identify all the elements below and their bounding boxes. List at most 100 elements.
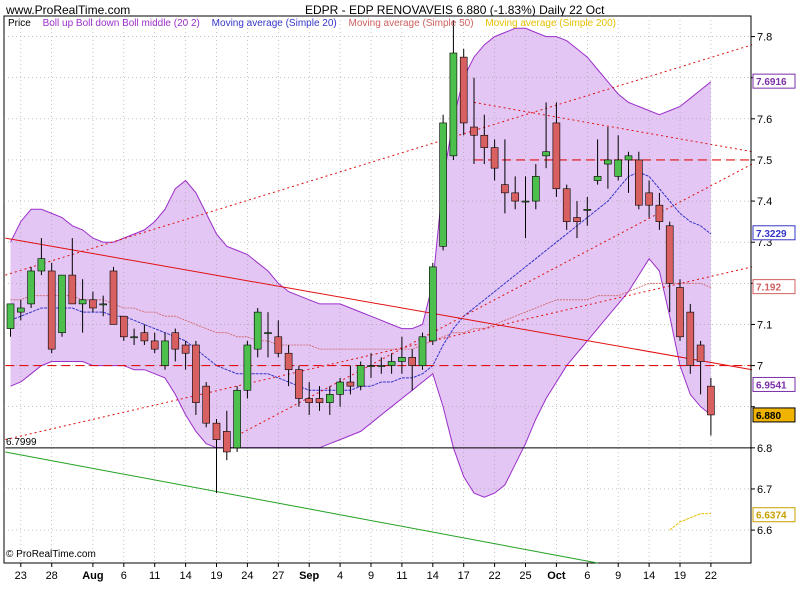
y-tick-label: 7.5 bbox=[757, 155, 772, 167]
x-tick-label: 19 bbox=[210, 570, 222, 582]
candle-body bbox=[68, 274, 77, 305]
candle-body bbox=[501, 184, 509, 194]
x-tick-label: 14 bbox=[643, 570, 655, 582]
candle-body bbox=[99, 303, 107, 306]
candle-body bbox=[150, 340, 159, 350]
candle-body bbox=[233, 389, 241, 449]
candle-body bbox=[171, 332, 180, 350]
candle-body bbox=[140, 332, 149, 342]
legend-ma20: Moving average (Simple 20) bbox=[211, 18, 337, 29]
x-tick-label: 23 bbox=[15, 570, 27, 582]
candle-body bbox=[161, 340, 169, 366]
x-tick-label: 11 bbox=[396, 570, 407, 582]
x-tick-label: 28 bbox=[46, 570, 58, 582]
legend-bollinger: Boll up Boll down Boll middle (20 2) bbox=[42, 18, 200, 29]
candle-body bbox=[89, 299, 97, 309]
candle-body bbox=[295, 369, 303, 399]
candle-body bbox=[604, 159, 612, 165]
price-label-text: 6.9541 bbox=[756, 380, 787, 391]
candle-body bbox=[346, 381, 355, 387]
candle-body bbox=[202, 385, 210, 424]
candle-body bbox=[470, 126, 478, 136]
candle-body bbox=[542, 151, 550, 157]
y-tick-label: 6.8 bbox=[757, 443, 772, 455]
x-tick-label: 6 bbox=[121, 570, 127, 582]
x-tick-label: Oct bbox=[547, 570, 566, 582]
candle-body bbox=[387, 361, 396, 366]
candle-body bbox=[27, 270, 35, 305]
candle-body bbox=[37, 258, 46, 272]
candle-body bbox=[181, 344, 190, 354]
candle-body bbox=[645, 192, 653, 206]
candle-body bbox=[6, 303, 15, 329]
candle-body bbox=[428, 266, 437, 342]
candle-body bbox=[593, 176, 602, 181]
price-label-text: 6.6374 bbox=[756, 511, 787, 522]
x-tick-label: 19 bbox=[674, 570, 686, 582]
indicator-legend: Price Boll up Boll down Boll middle (20 … bbox=[8, 18, 625, 29]
x-tick-label: 22 bbox=[705, 570, 717, 582]
candle-body bbox=[552, 122, 561, 190]
candle-body bbox=[130, 336, 138, 339]
candle-body bbox=[521, 200, 530, 203]
candle-body bbox=[418, 336, 427, 366]
price-label-text: 7.3229 bbox=[756, 229, 787, 240]
copyright-footer: © ProRealTime.com bbox=[6, 549, 96, 560]
candle-body bbox=[367, 365, 375, 367]
candle-body bbox=[449, 52, 458, 157]
y-tick-label: 7.4 bbox=[757, 196, 772, 208]
site-name: www.ProRealTime.com bbox=[6, 3, 131, 17]
candle-body bbox=[212, 422, 221, 440]
price-chart: 6.79996.66.76.877.17.27.37.47.57.67.77.8… bbox=[3, 15, 796, 582]
candle-body bbox=[325, 394, 334, 403]
candle-body bbox=[264, 332, 272, 334]
candle-body bbox=[398, 357, 406, 362]
level-label: 6.7999 bbox=[6, 437, 37, 448]
candle-body bbox=[78, 299, 87, 305]
legend-ma200: Moving average (Simple 200) bbox=[485, 18, 616, 29]
candle-body bbox=[243, 344, 252, 391]
legend-ma50: Moving average (Simple 50) bbox=[348, 18, 474, 29]
candle-body bbox=[58, 274, 66, 333]
x-tick-label: 24 bbox=[241, 570, 253, 582]
x-tick-label: Aug bbox=[82, 570, 103, 582]
candle-body bbox=[356, 365, 365, 387]
candle-body bbox=[253, 311, 262, 350]
candle-body bbox=[377, 365, 386, 367]
x-tick-label: 14 bbox=[179, 570, 191, 582]
x-tick-label: 9 bbox=[615, 570, 621, 582]
candle-body bbox=[459, 56, 468, 124]
x-tick-label: 9 bbox=[368, 570, 374, 582]
candle-body bbox=[192, 344, 200, 403]
candle-body bbox=[120, 315, 128, 338]
candle-body bbox=[408, 357, 417, 366]
candle-body bbox=[614, 159, 623, 177]
candle-body bbox=[583, 209, 592, 211]
candle-body bbox=[573, 217, 581, 222]
candle-body bbox=[480, 134, 489, 148]
candle-body bbox=[315, 398, 324, 403]
y-tick-label: 7.6 bbox=[757, 114, 772, 126]
candle-body bbox=[336, 381, 344, 395]
candle-body bbox=[531, 176, 540, 202]
candle-body bbox=[562, 188, 571, 222]
candle-body bbox=[707, 385, 715, 416]
price-label-text: 7.6916 bbox=[756, 77, 787, 88]
candle-body bbox=[284, 352, 293, 370]
candle-body bbox=[665, 225, 674, 284]
x-tick-label: 14 bbox=[427, 570, 439, 582]
chart-title: EDPR - EDP RENOVAVEIS 6.880 (-1.83%) Dai… bbox=[305, 3, 605, 17]
y-tick-label: 7 bbox=[757, 361, 763, 373]
candle-body bbox=[439, 122, 447, 247]
candle-body bbox=[676, 287, 684, 338]
candle-body bbox=[696, 344, 705, 362]
candle-body bbox=[274, 336, 283, 354]
x-tick-label: 4 bbox=[337, 570, 343, 582]
candle-body bbox=[305, 398, 314, 403]
y-tick-label: 7.1 bbox=[757, 319, 772, 331]
chart-window: 6.79996.66.76.877.17.27.37.47.57.67.77.8… bbox=[0, 0, 800, 600]
price-label-text: 7.192 bbox=[756, 283, 781, 294]
x-tick-label: 17 bbox=[458, 570, 470, 582]
candle-body bbox=[490, 147, 499, 169]
legend-price: Price bbox=[8, 18, 31, 29]
